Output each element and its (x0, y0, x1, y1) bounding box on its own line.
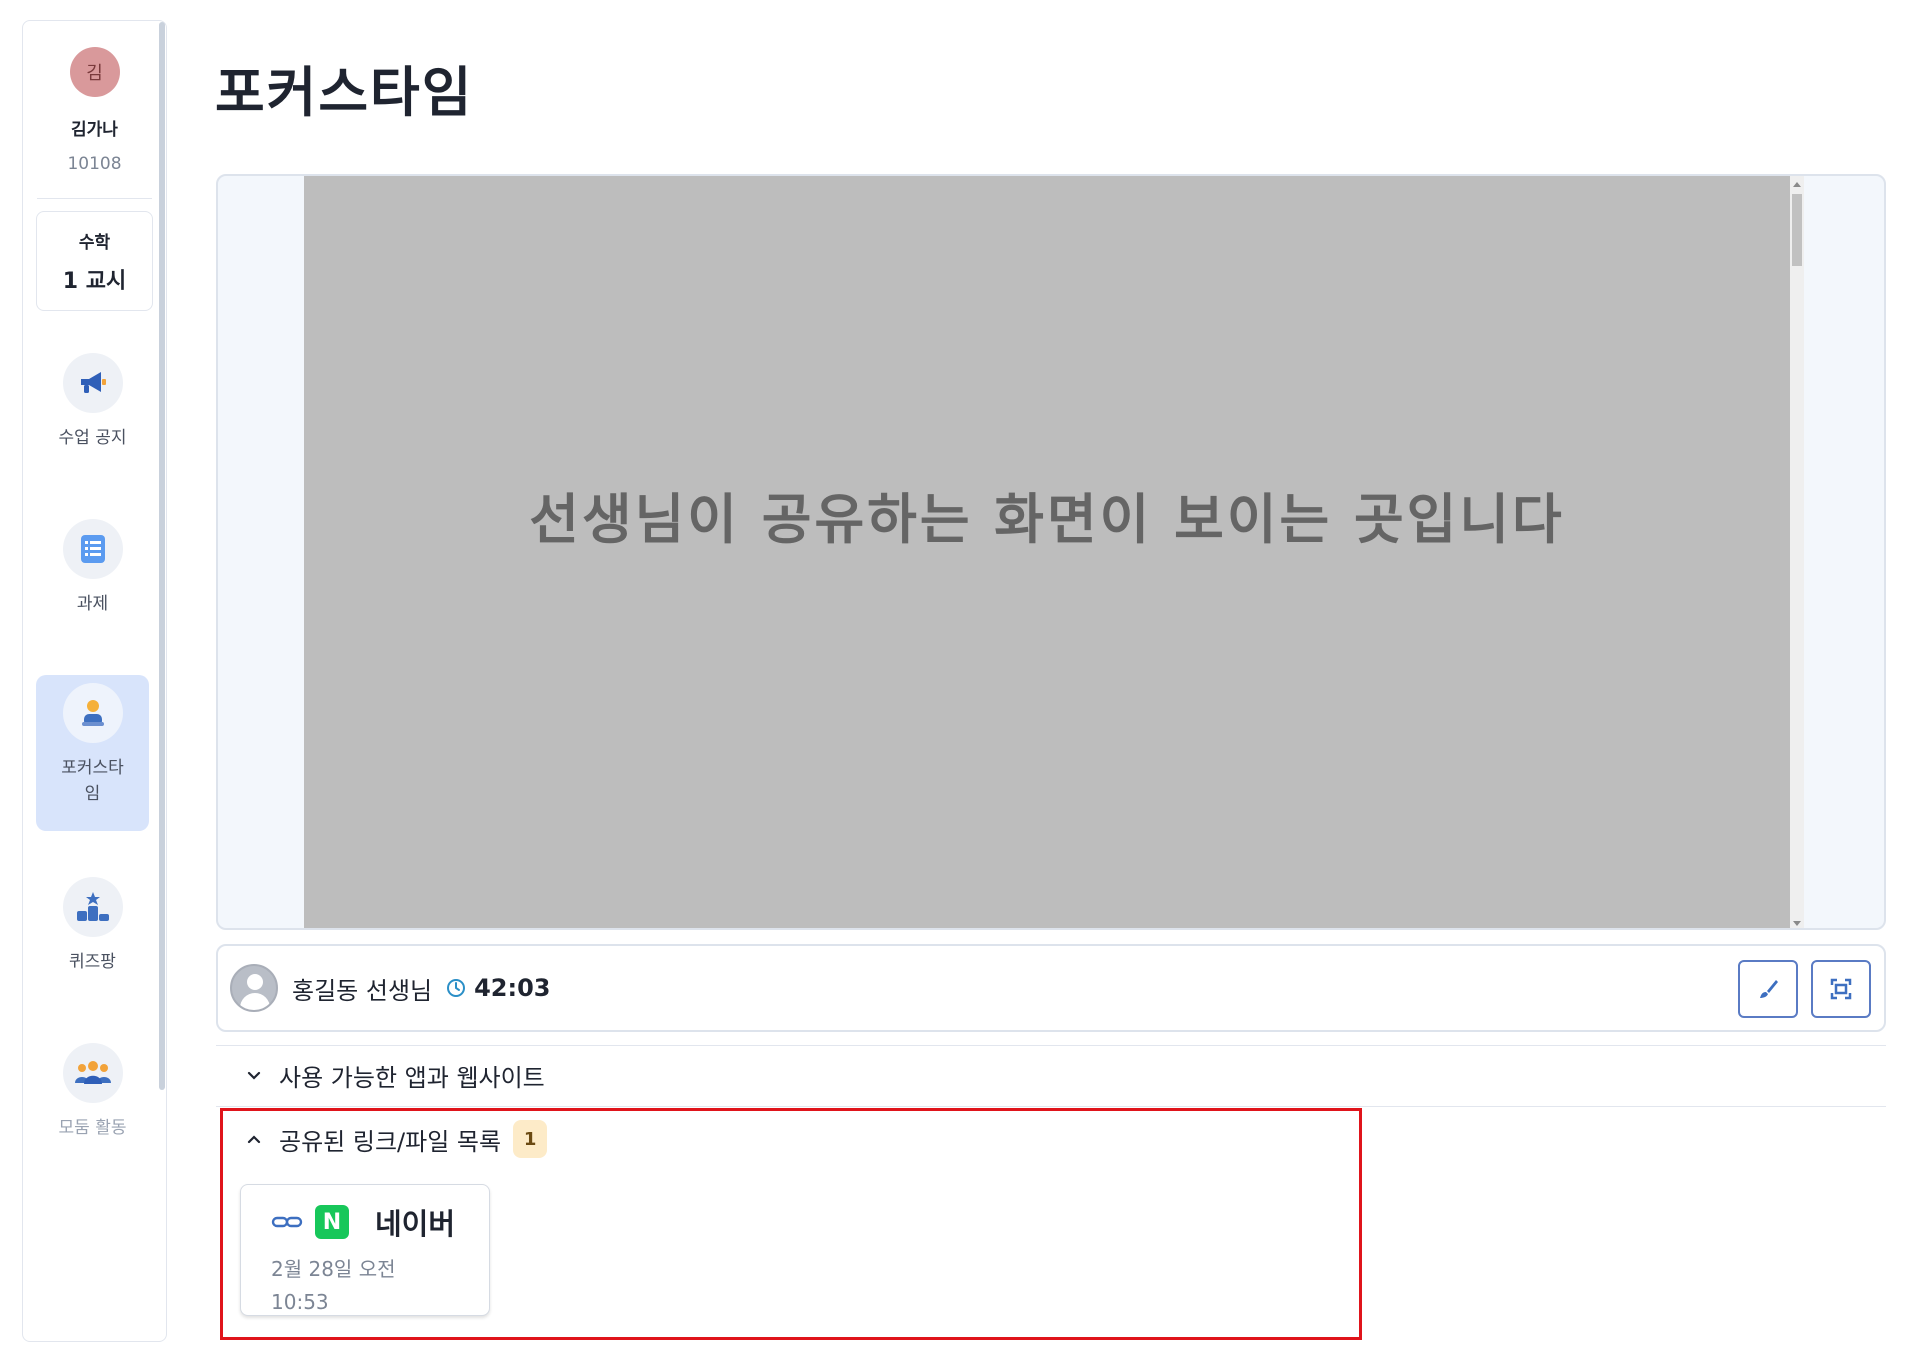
draw-button[interactable] (1738, 960, 1798, 1018)
student-name: 김가나 (71, 120, 118, 140)
shared-screen-area: 선생님이 공유하는 화면이 보이는 곳입니다 (304, 176, 1790, 928)
sidebar-item-quiz[interactable]: 퀴즈팡 (36, 877, 149, 975)
session-timer: 42:03 (474, 974, 551, 1002)
megaphone-icon (62, 353, 123, 413)
brush-icon (1760, 980, 1778, 998)
chevron-up-icon (247, 1135, 261, 1144)
sidebar-item-label: 퀴즈팡 (69, 952, 116, 972)
list-icon (62, 519, 123, 579)
student-id: 10108 (67, 154, 122, 174)
profile: 김 김가나 10108 (23, 21, 166, 174)
screen-scrollbar[interactable] (1790, 176, 1804, 928)
scroll-thumb[interactable] (1792, 194, 1802, 266)
sidebar: 김 김가나 10108 수학 1 교시 수업 공지 과제 포커스타 임 퀴즈팡 … (22, 20, 167, 1342)
sidebar-item-focustime[interactable]: 포커스타 임 (36, 675, 149, 831)
sidebar-item-assignment[interactable]: 과제 (36, 519, 149, 617)
section-divider (216, 1106, 1886, 1107)
group-icon (62, 1043, 123, 1103)
scroll-down-icon[interactable] (1793, 921, 1801, 926)
sidebar-scrollbar[interactable] (159, 22, 165, 1090)
sidebar-item-label: 포커스타 임 (61, 758, 124, 804)
chevron-down-icon (247, 1071, 261, 1080)
link-title: 네이버 (375, 1207, 456, 1241)
apps-section-toggle[interactable]: 사용 가능한 앱과 웹사이트 (245, 1058, 545, 1093)
shared-link-card[interactable]: N 네이버 2월 28일 오전 10:53 (240, 1184, 490, 1316)
teacher-avatar-icon (230, 964, 278, 1012)
sidebar-divider (37, 198, 152, 199)
scroll-up-icon[interactable] (1793, 182, 1801, 187)
screen-placeholder-text: 선생님이 공유하는 화면이 보이는 곳입니다 (529, 487, 1565, 551)
sidebar-item-label: 수업 공지 (58, 428, 127, 448)
teacher-name: 홍길동 선생님 (292, 976, 433, 1005)
teacher-bar: 홍길동 선생님 42:03 (216, 944, 1886, 1032)
focus-person-icon (62, 683, 123, 743)
link-date: 2월 28일 오전 10:53 (271, 1257, 396, 1314)
shared-count-badge: 1 (513, 1120, 548, 1158)
sidebar-item-group[interactable]: 모둠 활동 (36, 1043, 149, 1141)
link-icon (271, 1216, 303, 1228)
page-title: 포커스타임 (215, 61, 474, 124)
shared-section-toggle[interactable]: 공유된 링크/파일 목록 1 (245, 1120, 548, 1158)
fullscreen-icon (1830, 978, 1852, 1000)
shared-section-label: 공유된 링크/파일 목록 (279, 1127, 502, 1156)
shared-screen-frame: 선생님이 공유하는 화면이 보이는 곳입니다 (216, 174, 1886, 930)
avatar: 김 (69, 47, 120, 97)
podium-icon (62, 877, 123, 937)
clock-icon (447, 979, 466, 997)
naver-logo: N (315, 1205, 349, 1239)
period-number: 1 교시 (62, 268, 127, 294)
period-subject: 수학 (78, 232, 111, 253)
sidebar-item-label: 과제 (76, 594, 109, 614)
sidebar-item-label: 모둠 활동 (58, 1118, 127, 1138)
section-divider (216, 1045, 1886, 1046)
fullscreen-button[interactable] (1811, 960, 1871, 1018)
apps-section-label: 사용 가능한 앱과 웹사이트 (279, 1064, 545, 1092)
sidebar-item-notice[interactable]: 수업 공지 (36, 353, 149, 451)
period-box: 수학 1 교시 (36, 211, 153, 311)
